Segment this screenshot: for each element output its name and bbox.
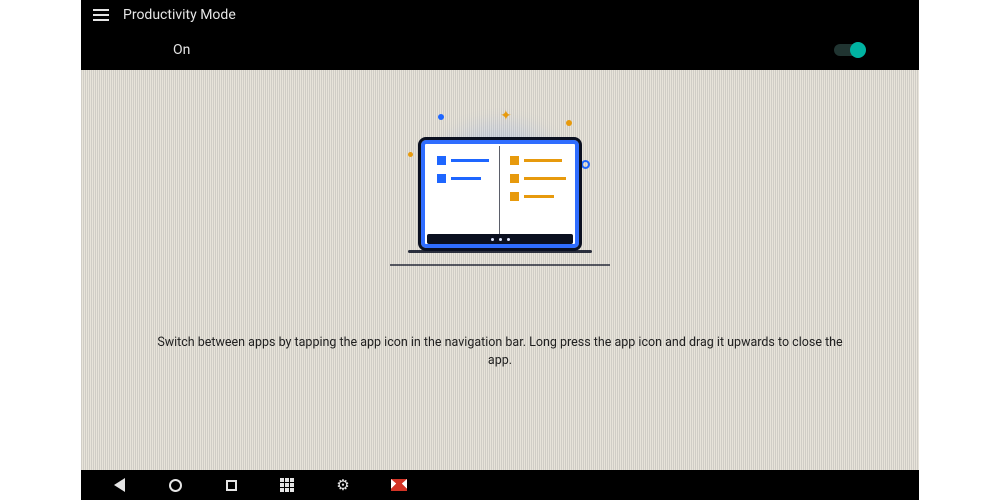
- settings-icon[interactable]: ⚙: [335, 477, 351, 493]
- illustration: ✦: [380, 108, 620, 288]
- instruction-text: Switch between apps by tapping the app i…: [120, 334, 880, 369]
- gmail-icon[interactable]: [391, 477, 407, 493]
- device-screen: Productivity Mode On ✦: [81, 0, 919, 500]
- content-area: ✦ Switch between apps by: [81, 70, 919, 470]
- page-title: Productivity Mode: [123, 7, 236, 23]
- app-bar: Productivity Mode: [81, 0, 919, 30]
- tablet-illustration: [418, 137, 582, 251]
- sparkle-dot-icon: [408, 152, 413, 157]
- hamburger-menu-icon[interactable]: [93, 9, 109, 21]
- back-icon[interactable]: [111, 477, 127, 493]
- home-icon[interactable]: [167, 477, 183, 493]
- sparkle-dot-icon: [566, 120, 572, 126]
- mode-toggle-row[interactable]: On: [81, 30, 919, 70]
- sparkle-star-icon: ✦: [500, 108, 512, 124]
- toggle-label: On: [173, 42, 190, 58]
- mode-toggle-switch[interactable]: [834, 43, 864, 57]
- navigation-bar: ⚙: [81, 470, 919, 500]
- sparkle-dot-icon: [438, 114, 444, 120]
- recent-apps-icon[interactable]: [223, 477, 239, 493]
- app-drawer-icon[interactable]: [279, 477, 295, 493]
- sparkle-ring-icon: [581, 160, 590, 169]
